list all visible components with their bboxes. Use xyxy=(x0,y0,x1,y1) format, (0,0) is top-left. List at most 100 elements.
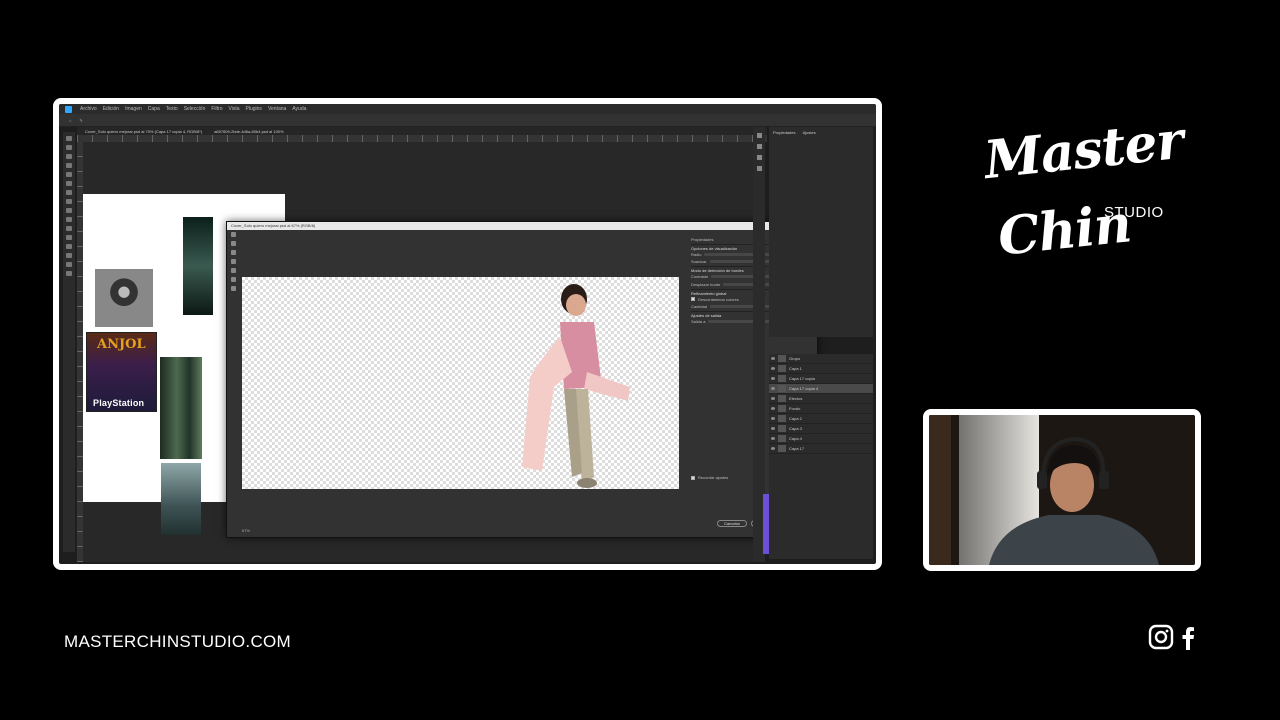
eye-icon[interactable] xyxy=(771,397,775,400)
gradient-tool-icon[interactable] xyxy=(66,226,72,231)
decontaminate-checkbox[interactable] xyxy=(691,297,695,301)
layer-name: Capa 2 xyxy=(789,416,802,421)
menu-item-image[interactable]: Imagen xyxy=(125,106,142,112)
menu-item-view[interactable]: Vista xyxy=(229,106,240,112)
layer-row[interactable]: Capa 3 xyxy=(769,424,873,434)
photoshop-screenshot: Archivo Edición Imagen Capa Texto Selecc… xyxy=(53,98,882,570)
tab-adjustments[interactable]: Ajustes xyxy=(803,130,816,135)
layer-name: Efectos xyxy=(789,396,803,401)
menu-item-layer[interactable]: Capa xyxy=(148,106,160,112)
layer-thumbnail xyxy=(778,415,786,422)
forest-image-1 xyxy=(160,357,202,459)
menu-item-window[interactable]: Ventana xyxy=(268,106,286,112)
row-label: Desplazar borde xyxy=(691,281,721,287)
eye-icon[interactable] xyxy=(771,407,775,410)
marquee-tool-icon[interactable] xyxy=(66,145,72,150)
layer-row[interactable]: Capa 4 xyxy=(769,434,873,444)
object-selection-icon[interactable] xyxy=(230,259,236,264)
shape-tool-icon[interactable] xyxy=(66,253,72,258)
layer-row[interactable]: Grupo xyxy=(769,354,873,364)
menu-item-type[interactable]: Texto xyxy=(166,106,178,112)
tools-panel xyxy=(63,132,75,552)
eye-icon[interactable] xyxy=(771,377,775,380)
adjustments-icon[interactable] xyxy=(756,155,762,160)
menu-item-help[interactable]: Ayuda xyxy=(292,106,306,112)
cancel-button[interactable]: Cancelar xyxy=(717,520,747,527)
layer-thumbnail xyxy=(778,375,786,382)
layers-panel: Grupo Capa 1 Capa 17 copia Capa 17 copia… xyxy=(769,354,873,559)
pen-tool-icon[interactable] xyxy=(66,235,72,240)
eye-icon[interactable] xyxy=(771,447,775,450)
menu-item-filter[interactable]: Filtro xyxy=(211,106,222,112)
eye-icon[interactable] xyxy=(771,417,775,420)
menu-item-file[interactable]: Archivo xyxy=(80,106,97,112)
layer-name: Capa 17 copia 4 xyxy=(789,386,819,391)
dialog-lasso-icon[interactable] xyxy=(230,268,236,273)
quick-selection-icon[interactable] xyxy=(230,232,236,237)
refine-edge-brush-icon[interactable] xyxy=(230,241,236,246)
cutout-person xyxy=(522,284,630,488)
hand-tool-icon[interactable] xyxy=(66,262,72,267)
layer-row-selected[interactable]: Capa 17 copia 4 xyxy=(769,384,873,394)
stamp-tool-icon[interactable] xyxy=(66,208,72,213)
properties-icon[interactable] xyxy=(756,144,762,149)
select-tool-icon[interactable] xyxy=(66,163,72,168)
eye-icon[interactable] xyxy=(771,427,775,430)
zoom-status: 67% xyxy=(242,528,251,533)
dark-photo-thumbnail xyxy=(183,217,213,315)
crop-tool-icon[interactable] xyxy=(66,172,72,177)
zoom-tool-icon[interactable] xyxy=(66,271,72,276)
menu-item-plugins[interactable]: Plugins xyxy=(246,106,262,112)
layer-name: Grupo xyxy=(789,356,801,361)
lasso-tool-icon[interactable] xyxy=(66,154,72,159)
move-tool-icon[interactable] xyxy=(66,136,72,141)
document-tabs: Cover_Solo quiero mejorar.psd al 70% (Ca… xyxy=(77,127,767,135)
layer-thumbnail xyxy=(778,385,786,392)
menu-item-edit[interactable]: Edición xyxy=(103,106,119,112)
layer-row[interactable]: Capa 17 copia xyxy=(769,374,873,384)
dialog-zoom-icon[interactable] xyxy=(230,286,236,291)
instagram-icon[interactable] xyxy=(1148,624,1174,650)
row-label: Descontaminar colores xyxy=(698,296,739,302)
logo-master: Master xyxy=(981,109,1186,192)
eyedropper-tool-icon[interactable] xyxy=(66,181,72,186)
eye-icon[interactable] xyxy=(771,387,775,390)
eye-icon[interactable] xyxy=(771,437,775,440)
webcam-person-image xyxy=(929,415,1195,565)
layer-row[interactable]: Capa 17 xyxy=(769,444,873,454)
horizontal-ruler xyxy=(77,135,767,142)
playstation-label: PlayStation xyxy=(93,398,145,408)
tab-document-2[interactable]: a657609-2bde-4d6a-80b4.psd al 100% xyxy=(214,129,283,134)
layer-name: Capa 17 xyxy=(789,446,805,451)
layer-row[interactable]: Efectos xyxy=(769,394,873,404)
dialog-hand-icon[interactable] xyxy=(230,277,236,282)
eye-icon[interactable] xyxy=(771,357,775,360)
dialog-brush-icon[interactable] xyxy=(230,250,236,255)
row-label: Cantidad xyxy=(691,304,708,309)
brush-icon[interactable]: ✎ xyxy=(79,118,82,123)
game-cover-image: ANJOL PlayStation xyxy=(86,332,157,412)
eye-icon[interactable] xyxy=(771,367,775,370)
tab-properties[interactable]: Propiedades xyxy=(773,130,795,135)
text-tool-icon[interactable] xyxy=(66,244,72,249)
tab-document-1[interactable]: Cover_Solo quiero mejorar.psd al 70% (Ca… xyxy=(85,129,202,134)
layer-row[interactable]: Fondo xyxy=(769,404,873,414)
menu-item-select[interactable]: Selección xyxy=(184,106,206,112)
remember-checkbox[interactable] xyxy=(691,475,695,480)
facebook-icon[interactable] xyxy=(1180,624,1196,650)
mask-preview-canvas[interactable] xyxy=(242,277,679,489)
libraries-icon[interactable] xyxy=(756,166,762,171)
row-label: Radio xyxy=(691,251,702,257)
layer-name: Capa 4 xyxy=(789,436,802,441)
canvas-area[interactable]: ANJOL PlayStation Cover_Solo quiero mejo… xyxy=(83,142,818,562)
layer-row[interactable]: Capa 1 xyxy=(769,364,873,374)
website-url[interactable]: MASTERCHINSTUDIO.COM xyxy=(64,632,291,652)
eraser-tool-icon[interactable] xyxy=(66,217,72,222)
row-label: Suavizar xyxy=(691,259,707,264)
healing-tool-icon[interactable] xyxy=(66,190,72,195)
layer-row[interactable]: Capa 2 xyxy=(769,414,873,424)
row-label: Salida a xyxy=(691,319,706,324)
home-icon[interactable]: ⌂ xyxy=(69,118,71,123)
brush-tool-icon[interactable] xyxy=(66,199,72,204)
history-icon[interactable] xyxy=(756,133,762,138)
